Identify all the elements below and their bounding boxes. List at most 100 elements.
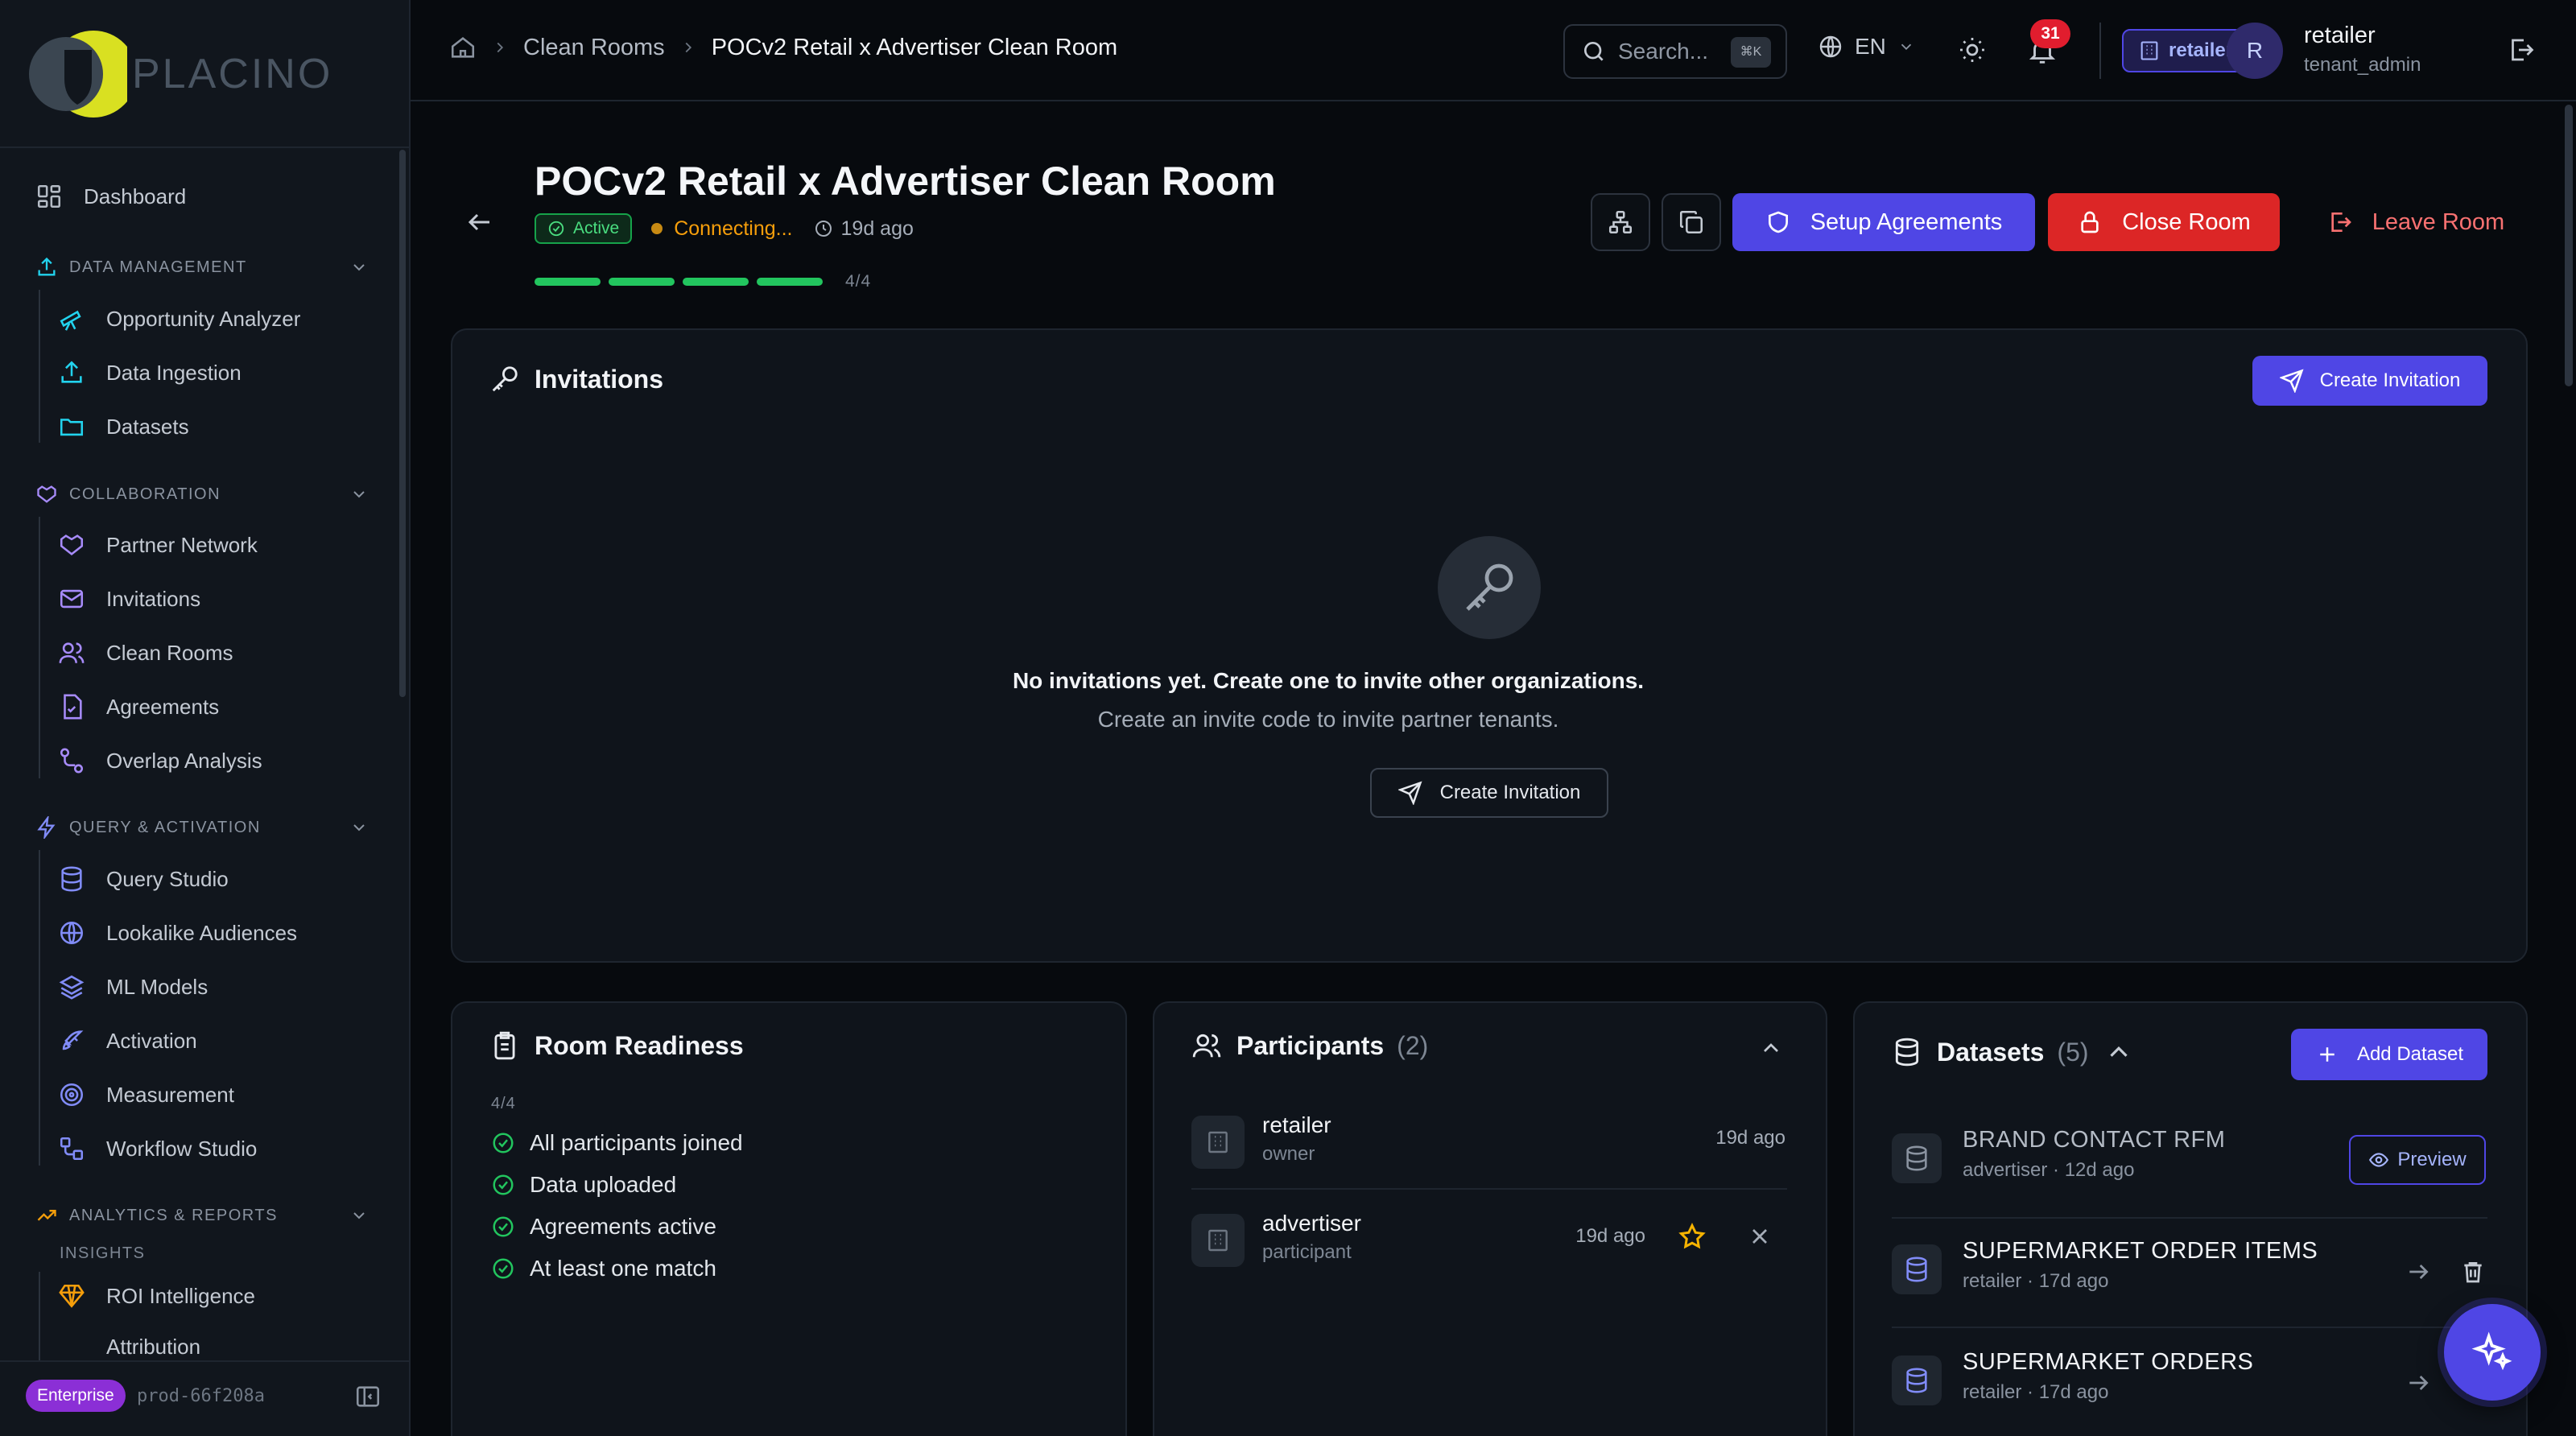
section-data-management[interactable]: DATA MANAGEMENT bbox=[35, 251, 369, 283]
avatar[interactable]: R bbox=[2227, 23, 2283, 79]
attribution-icon bbox=[58, 1328, 85, 1356]
chevron-down-icon bbox=[349, 818, 369, 837]
nav-tree-line bbox=[39, 850, 40, 1166]
sidebar-item-partner-network[interactable]: Partner Network bbox=[58, 522, 258, 567]
sidebar-footer: Enterprise prod-66f208a bbox=[0, 1360, 409, 1436]
sidebar-item-label: Dashboard bbox=[84, 184, 187, 208]
sidebar-item-activation[interactable]: Activation bbox=[58, 1018, 197, 1063]
leave-room-button[interactable]: Leave Room bbox=[2307, 193, 2524, 251]
search-input[interactable]: Search... ⌘K bbox=[1563, 24, 1787, 79]
setup-agreements-button[interactable]: Setup Agreements bbox=[1732, 193, 2035, 251]
users-icon bbox=[1192, 1034, 1221, 1058]
progress-segment bbox=[609, 278, 675, 286]
empty-state-title: No invitations yet. Create one to invite… bbox=[1012, 668, 1645, 693]
shield-icon bbox=[1768, 211, 1788, 233]
chevron-up-icon[interactable] bbox=[1758, 1035, 1784, 1061]
remove-participant-icon[interactable] bbox=[1747, 1223, 1773, 1249]
close-room-button[interactable]: Close Room bbox=[2048, 193, 2280, 251]
workflow-icon bbox=[58, 1135, 85, 1162]
handshake-icon bbox=[58, 531, 85, 559]
participant-row[interactable]: retailer owner 19d ago bbox=[1191, 1104, 1787, 1193]
sidebar-item-opportunity-analyzer[interactable]: Opportunity Analyzer bbox=[58, 296, 300, 341]
create-invitation-button[interactable]: Create Invitation bbox=[2252, 356, 2487, 406]
arrow-right-icon[interactable] bbox=[2405, 1370, 2431, 1396]
section-collaboration[interactable]: COLLABORATION bbox=[35, 478, 369, 510]
theme-toggle-sun-icon[interactable] bbox=[1958, 35, 1987, 64]
user-info[interactable]: retailer tenant_admin bbox=[2304, 23, 2421, 76]
readiness-item: All participants joined bbox=[491, 1130, 743, 1156]
brand-name: PLACINO bbox=[132, 51, 333, 97]
breadcrumb-clean-rooms[interactable]: Clean Rooms bbox=[523, 35, 665, 61]
readiness-item: Data uploaded bbox=[491, 1172, 676, 1198]
participant-name: advertiser bbox=[1262, 1211, 1361, 1236]
language-selector[interactable]: EN bbox=[1818, 34, 1915, 60]
dataset-row[interactable]: SUPERMARKET ORDERS retailer · 17d ago bbox=[1892, 1343, 2487, 1436]
ai-assistant-button[interactable] bbox=[2444, 1304, 2541, 1401]
participant-row[interactable]: advertiser participant 19d ago bbox=[1191, 1203, 1787, 1291]
search-icon bbox=[1581, 39, 1607, 64]
status-badge: Active bbox=[535, 213, 633, 244]
network-icon bbox=[1608, 210, 1633, 234]
star-icon[interactable] bbox=[1678, 1222, 1707, 1251]
search-shortcut: ⌘K bbox=[1731, 37, 1771, 68]
home-icon[interactable] bbox=[449, 34, 477, 61]
dataset-meta: retailer · 17d ago bbox=[1963, 1381, 2109, 1403]
copy-icon bbox=[1679, 210, 1703, 234]
building-icon bbox=[1191, 1214, 1245, 1267]
dataset-row[interactable]: BRAND CONTACT RFM advertiser · 12d ago P… bbox=[1892, 1120, 2487, 1217]
chevron-down-icon bbox=[1897, 38, 1915, 56]
logout-icon bbox=[2331, 213, 2351, 232]
sidebar-collapse-icon[interactable] bbox=[354, 1383, 382, 1410]
participant-role: participant bbox=[1262, 1241, 1352, 1263]
sidebar-item-overlap-analysis[interactable]: Overlap Analysis bbox=[58, 738, 262, 783]
main-scrollbar[interactable] bbox=[2565, 105, 2573, 386]
notifications-count-badge: 31 bbox=[2030, 19, 2070, 48]
arrow-right-icon[interactable] bbox=[2405, 1259, 2431, 1285]
page-title: POCv2 Retail x Advertiser Clean Room bbox=[535, 159, 1276, 204]
sidebar-item-data-ingestion[interactable]: Data Ingestion bbox=[58, 350, 242, 395]
sidebar-item-datasets[interactable]: Datasets bbox=[58, 404, 189, 449]
sidebar-item-measurement[interactable]: Measurement bbox=[58, 1072, 234, 1117]
empty-create-invitation-button[interactable]: Create Invitation bbox=[1370, 768, 1608, 818]
eye-icon bbox=[2369, 1153, 2389, 1167]
dataset-row[interactable]: SUPERMARKET ORDER ITEMS retailer · 17d a… bbox=[1892, 1232, 2487, 1328]
sidebar-item-attribution[interactable]: Attribution bbox=[58, 1328, 200, 1360]
network-button[interactable] bbox=[1591, 193, 1650, 251]
clipboard-list-icon bbox=[494, 1031, 515, 1060]
sidebar-item-ml-models[interactable]: ML Models bbox=[58, 964, 208, 1009]
users-icon bbox=[58, 639, 85, 666]
sidebar-item-dashboard[interactable]: Dashboard bbox=[35, 174, 186, 219]
database-icon bbox=[1892, 1244, 1942, 1294]
participants-count: (2) bbox=[1397, 1030, 1429, 1060]
sidebar-divider bbox=[0, 146, 409, 148]
preview-dataset-button[interactable]: Preview bbox=[2349, 1135, 2486, 1185]
progress-segment bbox=[683, 278, 749, 286]
section-query-activation[interactable]: QUERY & ACTIVATION bbox=[35, 811, 369, 844]
check-circle-icon bbox=[548, 221, 564, 237]
chevron-down-icon bbox=[349, 258, 369, 277]
copy-button[interactable] bbox=[1662, 193, 1721, 251]
sidebar-item-workflow-studio[interactable]: Workflow Studio bbox=[58, 1126, 257, 1171]
readiness-item: Agreements active bbox=[491, 1214, 716, 1240]
database-icon bbox=[58, 865, 85, 893]
sidebar-item-invitations[interactable]: Invitations bbox=[58, 576, 200, 621]
section-analytics-reports[interactable]: ANALYTICS & REPORTS bbox=[35, 1199, 369, 1232]
upload-icon bbox=[35, 256, 58, 279]
invitations-card bbox=[451, 328, 2528, 963]
progress-segment bbox=[535, 278, 601, 286]
building-icon bbox=[2140, 41, 2158, 60]
sidebar-scrollbar[interactable] bbox=[399, 150, 406, 697]
status-dot bbox=[651, 223, 663, 234]
back-arrow-icon[interactable] bbox=[465, 208, 494, 237]
chevron-up-icon[interactable] bbox=[2103, 1037, 2134, 1067]
trash-icon[interactable] bbox=[2460, 1259, 2486, 1285]
datasets-title: Datasets (5) bbox=[1892, 1037, 2134, 1067]
brand-logo[interactable]: PLACINO bbox=[29, 26, 332, 122]
mail-icon bbox=[58, 585, 85, 613]
sidebar-item-query-studio[interactable]: Query Studio bbox=[58, 856, 229, 902]
sidebar-item-lookalike-audiences[interactable]: Lookalike Audiences bbox=[58, 910, 297, 955]
add-dataset-button[interactable]: Add Dataset bbox=[2291, 1029, 2487, 1080]
sidebar-item-roi-intelligence[interactable]: ROI Intelligence bbox=[58, 1273, 255, 1318]
chevron-right-icon bbox=[491, 39, 509, 56]
logout-icon[interactable] bbox=[2507, 35, 2536, 64]
